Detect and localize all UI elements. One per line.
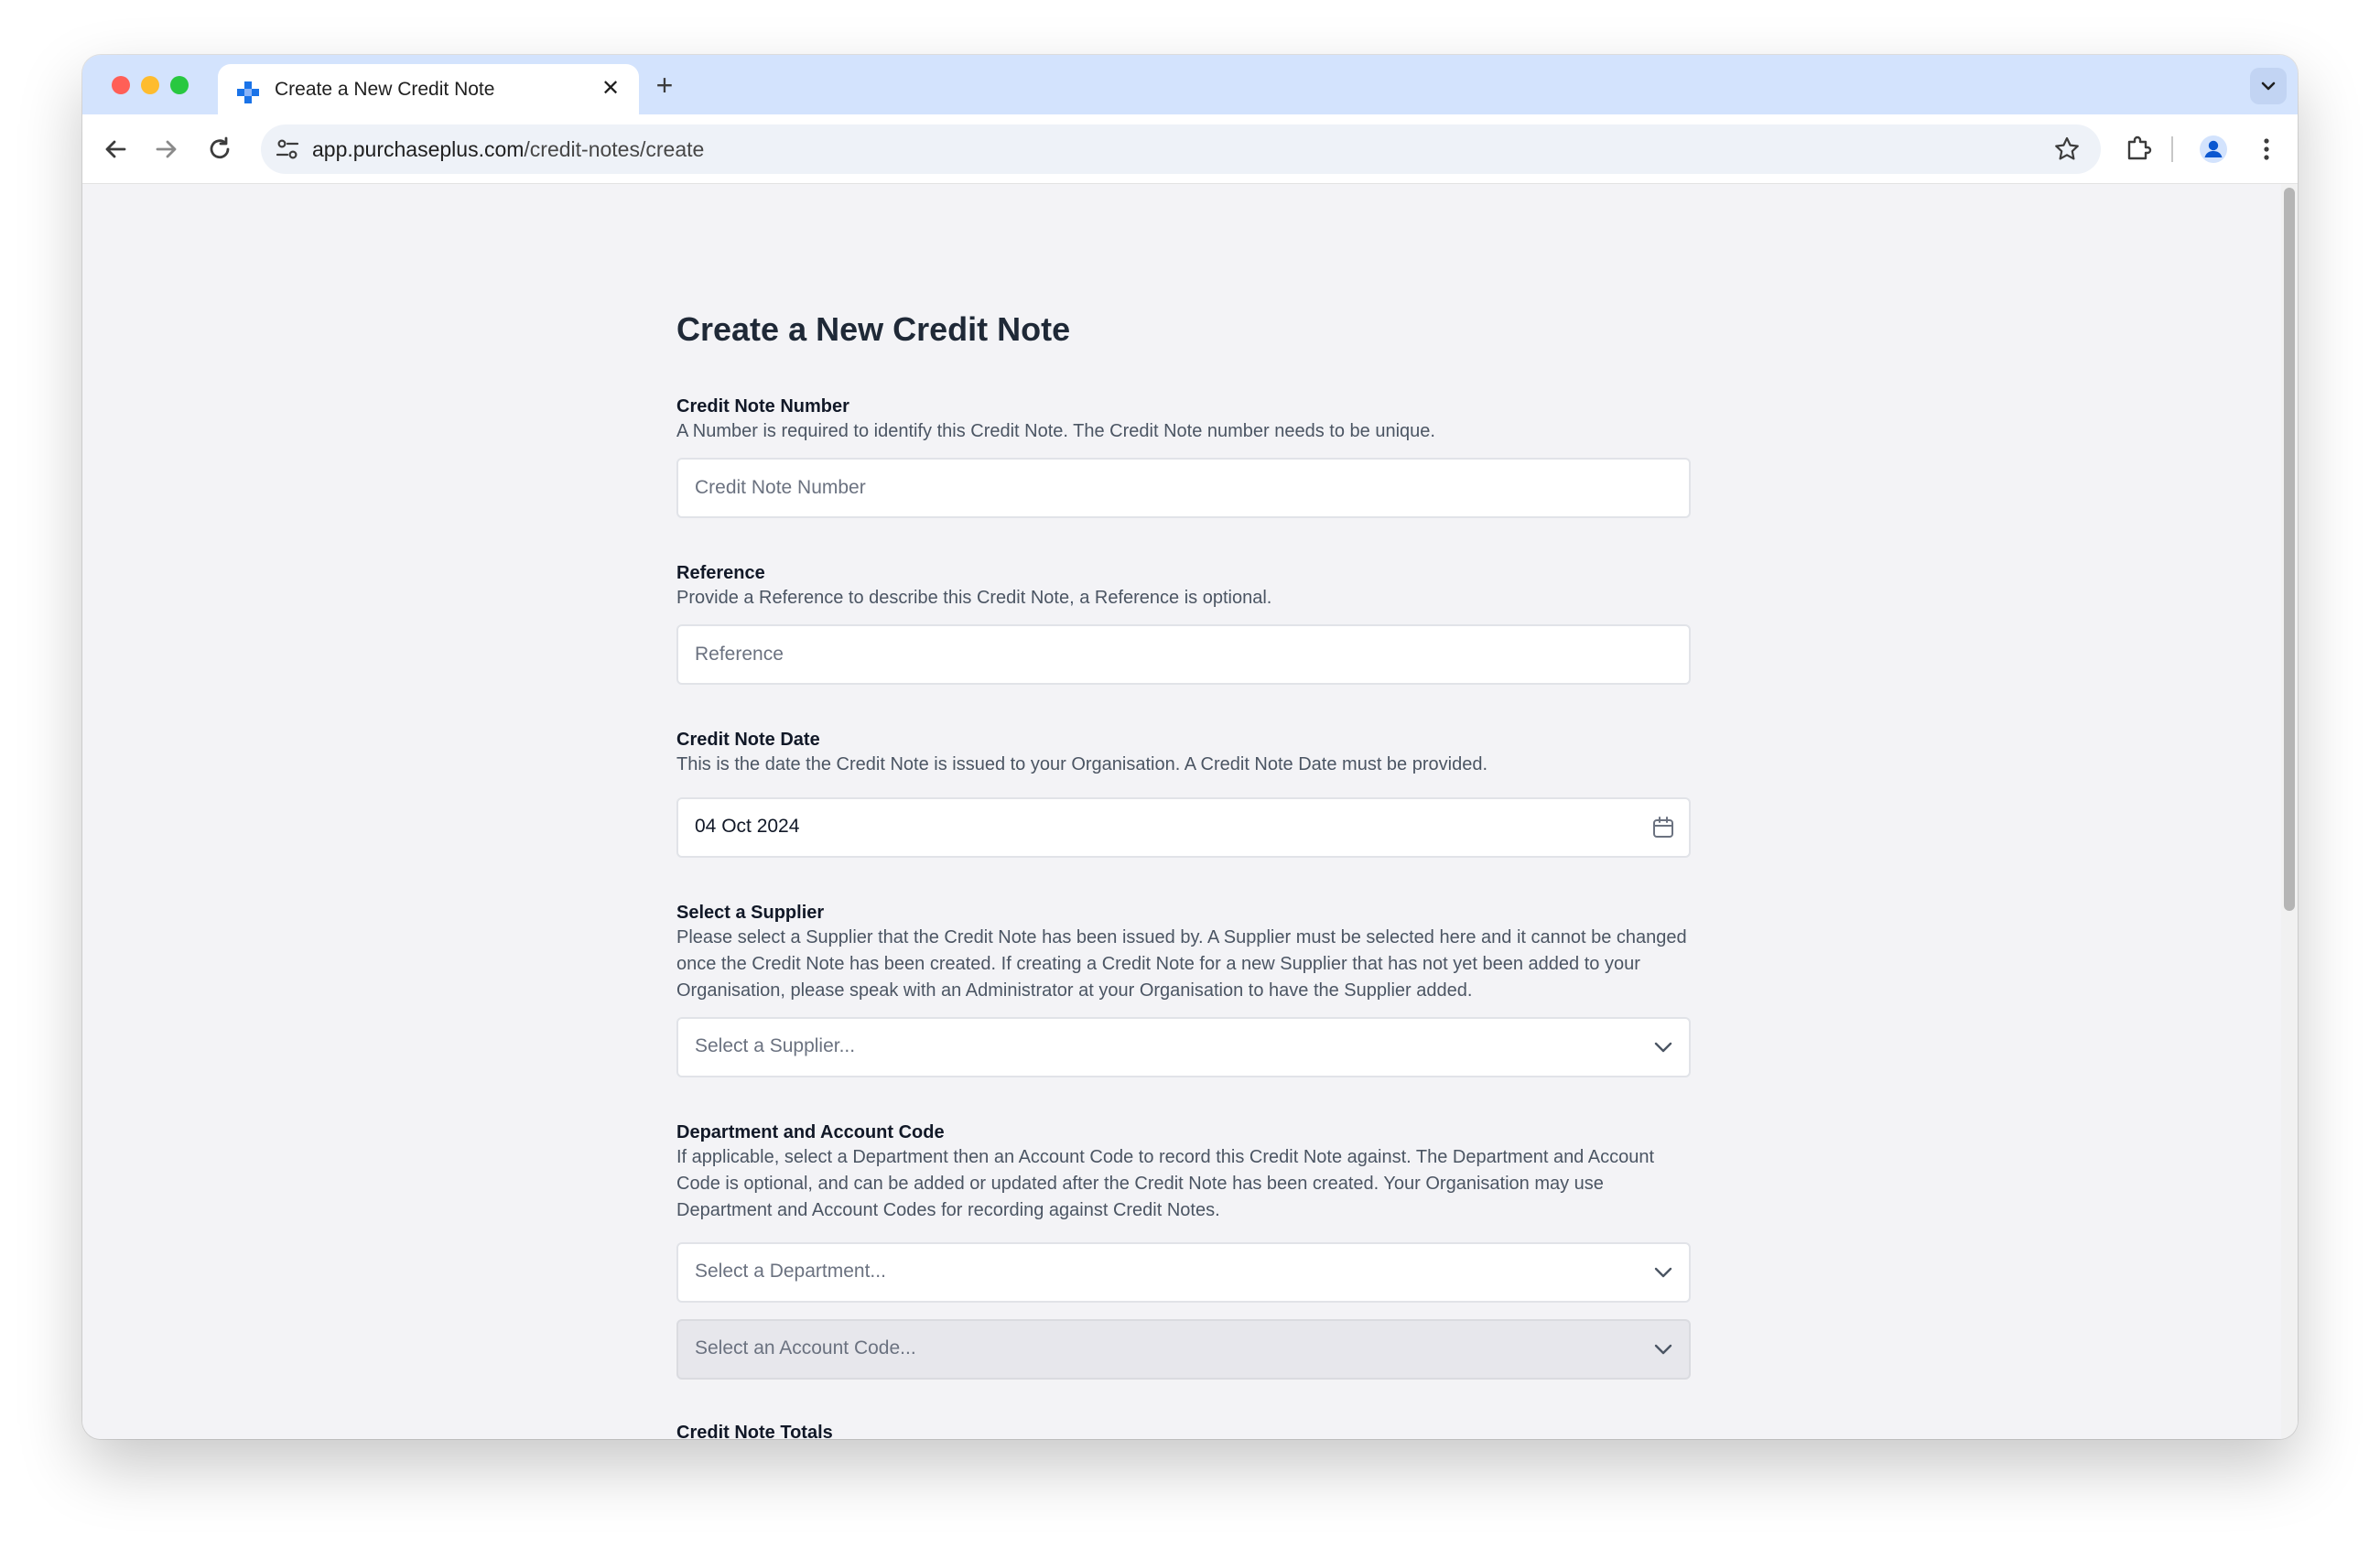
calendar-icon[interactable] — [1650, 815, 1676, 840]
credit-note-number-description: A Number is required to identify this Cr… — [676, 421, 1435, 441]
tab-strip: Create a New Credit Note ✕ + — [82, 55, 2298, 114]
chevron-down-icon — [1654, 1267, 1672, 1278]
credit-note-number-label: Credit Note Number — [676, 396, 849, 417]
url-path: /credit-notes/create — [524, 137, 705, 161]
tab-close-icon[interactable]: ✕ — [599, 77, 622, 101]
supplier-select-placeholder: Select a Supplier... — [695, 1035, 856, 1056]
credit-note-date-description: This is the date the Credit Note is issu… — [676, 754, 1488, 774]
browser-toolbar: app.purchaseplus.com/credit-notes/create — [82, 114, 2298, 184]
arrow-left-icon[interactable] — [97, 131, 134, 168]
credit-note-totals-label: Credit Note Totals — [676, 1423, 833, 1439]
puzzle-icon[interactable] — [2120, 131, 2157, 168]
chevron-down-icon — [1654, 1042, 1672, 1053]
credit-note-date-value: 04 Oct 2024 — [695, 816, 800, 837]
reload-icon[interactable] — [201, 131, 238, 168]
window-minimize-button[interactable] — [141, 76, 159, 94]
account-code-select-placeholder: Select an Account Code... — [695, 1337, 916, 1359]
url-text: app.purchaseplus.com/credit-notes/create — [312, 137, 704, 162]
reference-input[interactable] — [678, 626, 1689, 683]
chevron-down-icon — [1654, 1344, 1672, 1355]
screen: Create a New Credit Note ✕ + app.purchas… — [0, 0, 2380, 1548]
credit-note-number-field[interactable] — [676, 458, 1691, 518]
department-select-placeholder: Select a Department... — [695, 1261, 886, 1282]
credit-note-date-field[interactable]: 04 Oct 2024 — [676, 797, 1691, 858]
avatar-icon[interactable] — [2195, 131, 2232, 168]
page-viewport: Create a New Credit Note Credit Note Num… — [82, 184, 2298, 1439]
tab-title: Create a New Credit Note — [275, 79, 495, 100]
reference-field[interactable] — [676, 624, 1691, 685]
credit-note-date-label: Credit Note Date — [676, 730, 820, 750]
reference-label: Reference — [676, 563, 765, 583]
department-account-description: If applicable, select a Department then … — [676, 1147, 1655, 1220]
tune-icon[interactable] — [274, 135, 301, 163]
reference-description: Provide a Reference to describe this Cre… — [676, 588, 1272, 608]
url-domain: app.purchaseplus.com — [312, 137, 525, 161]
scrollbar-thumb[interactable] — [2284, 188, 2295, 911]
page-title: Create a New Credit Note — [676, 310, 1071, 348]
supplier-label: Select a Supplier — [676, 903, 825, 923]
star-icon[interactable] — [2053, 135, 2081, 163]
window-close-button[interactable] — [112, 76, 130, 94]
supplier-select[interactable]: Select a Supplier... — [676, 1017, 1691, 1077]
window-maximize-button[interactable] — [170, 76, 189, 94]
department-account-label: Department and Account Code — [676, 1122, 945, 1142]
kebab-menu-icon[interactable] — [2248, 131, 2285, 168]
toolbar-divider — [2171, 136, 2173, 162]
arrow-right-icon[interactable] — [148, 131, 185, 168]
purchaseplus-favicon-icon — [237, 81, 259, 103]
department-select[interactable]: Select a Department... — [676, 1242, 1691, 1303]
tab-search-button[interactable] — [2250, 68, 2287, 104]
credit-note-number-input[interactable] — [678, 460, 1689, 516]
browser-window: Create a New Credit Note ✕ + app.purchas… — [82, 55, 2298, 1439]
account-code-select[interactable]: Select an Account Code... — [676, 1319, 1691, 1380]
tab-active[interactable]: Create a New Credit Note ✕ — [218, 64, 639, 114]
supplier-description: Please select a Supplier that the Credit… — [676, 927, 1687, 1001]
address-bar[interactable]: app.purchaseplus.com/credit-notes/create — [261, 124, 2101, 174]
scrollbar-track[interactable] — [2281, 184, 2298, 1439]
chevron-down-icon — [2261, 81, 2276, 91]
new-tab-button[interactable]: + — [650, 70, 679, 101]
